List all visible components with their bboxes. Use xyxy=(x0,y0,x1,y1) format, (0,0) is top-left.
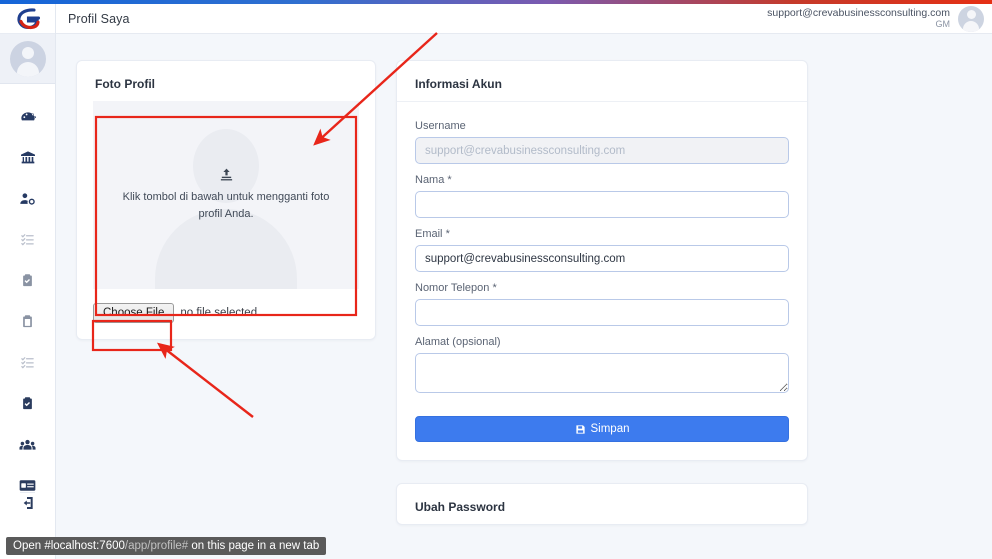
photo-hint-text: Klik tombol di bawah untuk mengganti fot… xyxy=(122,190,330,220)
status-dim-path: /app/profile# xyxy=(124,540,189,552)
header-user-text: support@crevabusinessconsulting.com GM xyxy=(767,7,950,29)
creva-logo-icon xyxy=(16,7,40,29)
status-suffix: on this page in a new tab xyxy=(188,540,320,552)
sidebar-item-checklist[interactable] xyxy=(0,219,55,260)
sidebar-user-avatar[interactable] xyxy=(0,34,55,84)
label-username: Username xyxy=(415,120,789,132)
bank-institution-icon xyxy=(20,150,35,163)
users-group-icon xyxy=(19,439,36,450)
sidebar-item-clipboard[interactable] xyxy=(0,301,55,342)
checklist-icon xyxy=(21,234,34,246)
password-card-title: Ubah Password xyxy=(415,500,506,514)
main-content: Foto Profil Klik tombol di bawah untuk m… xyxy=(56,34,992,559)
label-email: Email * xyxy=(415,228,789,240)
sidebar-item-logout[interactable] xyxy=(0,482,55,523)
header-user-area[interactable]: support@crevabusinessconsulting.com GM xyxy=(767,5,992,32)
label-nomor-telepon-text: Nomor Telepon xyxy=(415,282,490,294)
upload-icon xyxy=(121,167,331,187)
account-form: Username Nama * Email * Nomor Te xyxy=(397,106,807,460)
status-prefix: Open #localhost:7600 xyxy=(13,540,125,552)
file-status-label: no file selected xyxy=(180,307,258,319)
avatar xyxy=(9,40,46,77)
photo-preview-frame[interactable]: Klik tombol di bawah untuk mengganti fot… xyxy=(93,101,359,289)
label-nama-text: Nama xyxy=(415,174,445,186)
header-user-role: GM xyxy=(935,19,951,30)
save-floppy-icon xyxy=(575,424,585,434)
sidebar-item-clipboard-check[interactable] xyxy=(0,260,55,301)
account-column: Informasi Akun Username Nama * Email * xyxy=(396,60,808,525)
photo-column: Foto Profil Klik tombol di bawah untuk m… xyxy=(76,60,376,340)
required-marker: * xyxy=(445,228,450,240)
logout-icon xyxy=(23,496,33,509)
clipboard-icon xyxy=(23,315,32,328)
label-email-text: Email xyxy=(415,228,443,240)
sidebar-item-checklist-2[interactable] xyxy=(0,342,55,383)
header-avatar[interactable] xyxy=(958,5,984,32)
nama-input[interactable] xyxy=(415,191,789,218)
top-header: Profil Saya support@crevabusinessconsult… xyxy=(56,4,992,34)
dashboard-gauge-icon xyxy=(20,111,36,120)
label-alamat: Alamat (opsional) xyxy=(415,336,789,348)
label-nama: Nama * xyxy=(415,174,789,186)
label-username-text: Username xyxy=(415,120,466,132)
sidebar-item-clipboard-check-2[interactable] xyxy=(0,383,55,424)
sidebar-item-institution[interactable] xyxy=(0,137,55,178)
label-alamat-text: Alamat (opsional) xyxy=(415,336,501,348)
app-root: Profil Saya support@crevabusinessconsult… xyxy=(0,0,992,559)
email-input[interactable] xyxy=(415,245,789,272)
sidebar-item-user-management[interactable] xyxy=(0,178,55,219)
photo-overlay: Klik tombol di bawah untuk mengganti fot… xyxy=(121,167,331,223)
clipboard-check-icon xyxy=(23,274,32,287)
sidebar-item-dashboard[interactable] xyxy=(0,96,55,137)
change-password-card: Ubah Password xyxy=(396,483,808,525)
account-info-card: Informasi Akun Username Nama * Email * xyxy=(396,60,808,461)
field-alamat: Alamat (opsional) xyxy=(415,336,789,398)
top-accent-strip xyxy=(0,0,992,4)
photo-card-title: Foto Profil xyxy=(95,77,155,91)
save-button[interactable]: Simpan xyxy=(415,416,789,442)
sidebar-item-users-group[interactable] xyxy=(0,424,55,465)
file-upload-row: Choose File no file selected xyxy=(93,303,359,323)
choose-file-button[interactable]: Choose File xyxy=(93,303,175,323)
content-row: Foto Profil Klik tombol di bawah untuk m… xyxy=(56,34,992,525)
user-settings-icon xyxy=(20,192,35,205)
sidebar-nav xyxy=(0,84,55,506)
account-card-title: Informasi Akun xyxy=(397,61,807,102)
required-marker: * xyxy=(492,282,497,294)
username-input[interactable] xyxy=(415,137,789,164)
page-title: Profil Saya xyxy=(68,11,130,26)
app-logo[interactable] xyxy=(0,4,55,34)
required-marker: * xyxy=(447,174,452,186)
photo-profile-card: Foto Profil Klik tombol di bawah untuk m… xyxy=(76,60,376,340)
clipboard-check-icon xyxy=(23,397,32,410)
field-nomor-telepon: Nomor Telepon * xyxy=(415,282,789,326)
nomor-telepon-input[interactable] xyxy=(415,299,789,326)
alamat-textarea[interactable] xyxy=(415,353,789,393)
header-user-email: support@crevabusinessconsulting.com xyxy=(767,7,950,20)
field-email: Email * xyxy=(415,228,789,272)
sidebar-nav-bottom xyxy=(0,482,55,523)
field-username: Username xyxy=(415,120,789,164)
field-nama: Nama * xyxy=(415,174,789,218)
checklist-icon xyxy=(21,357,34,369)
sidebar xyxy=(0,4,56,559)
photo-card-body: Klik tombol di bawah untuk mengganti fot… xyxy=(77,101,375,339)
status-bar-link-preview: Open #localhost:7600/app/profile# on thi… xyxy=(6,537,327,555)
save-button-label: Simpan xyxy=(590,423,630,435)
upload-icon-glyph xyxy=(220,168,232,181)
label-nomor-telepon: Nomor Telepon * xyxy=(415,282,789,294)
